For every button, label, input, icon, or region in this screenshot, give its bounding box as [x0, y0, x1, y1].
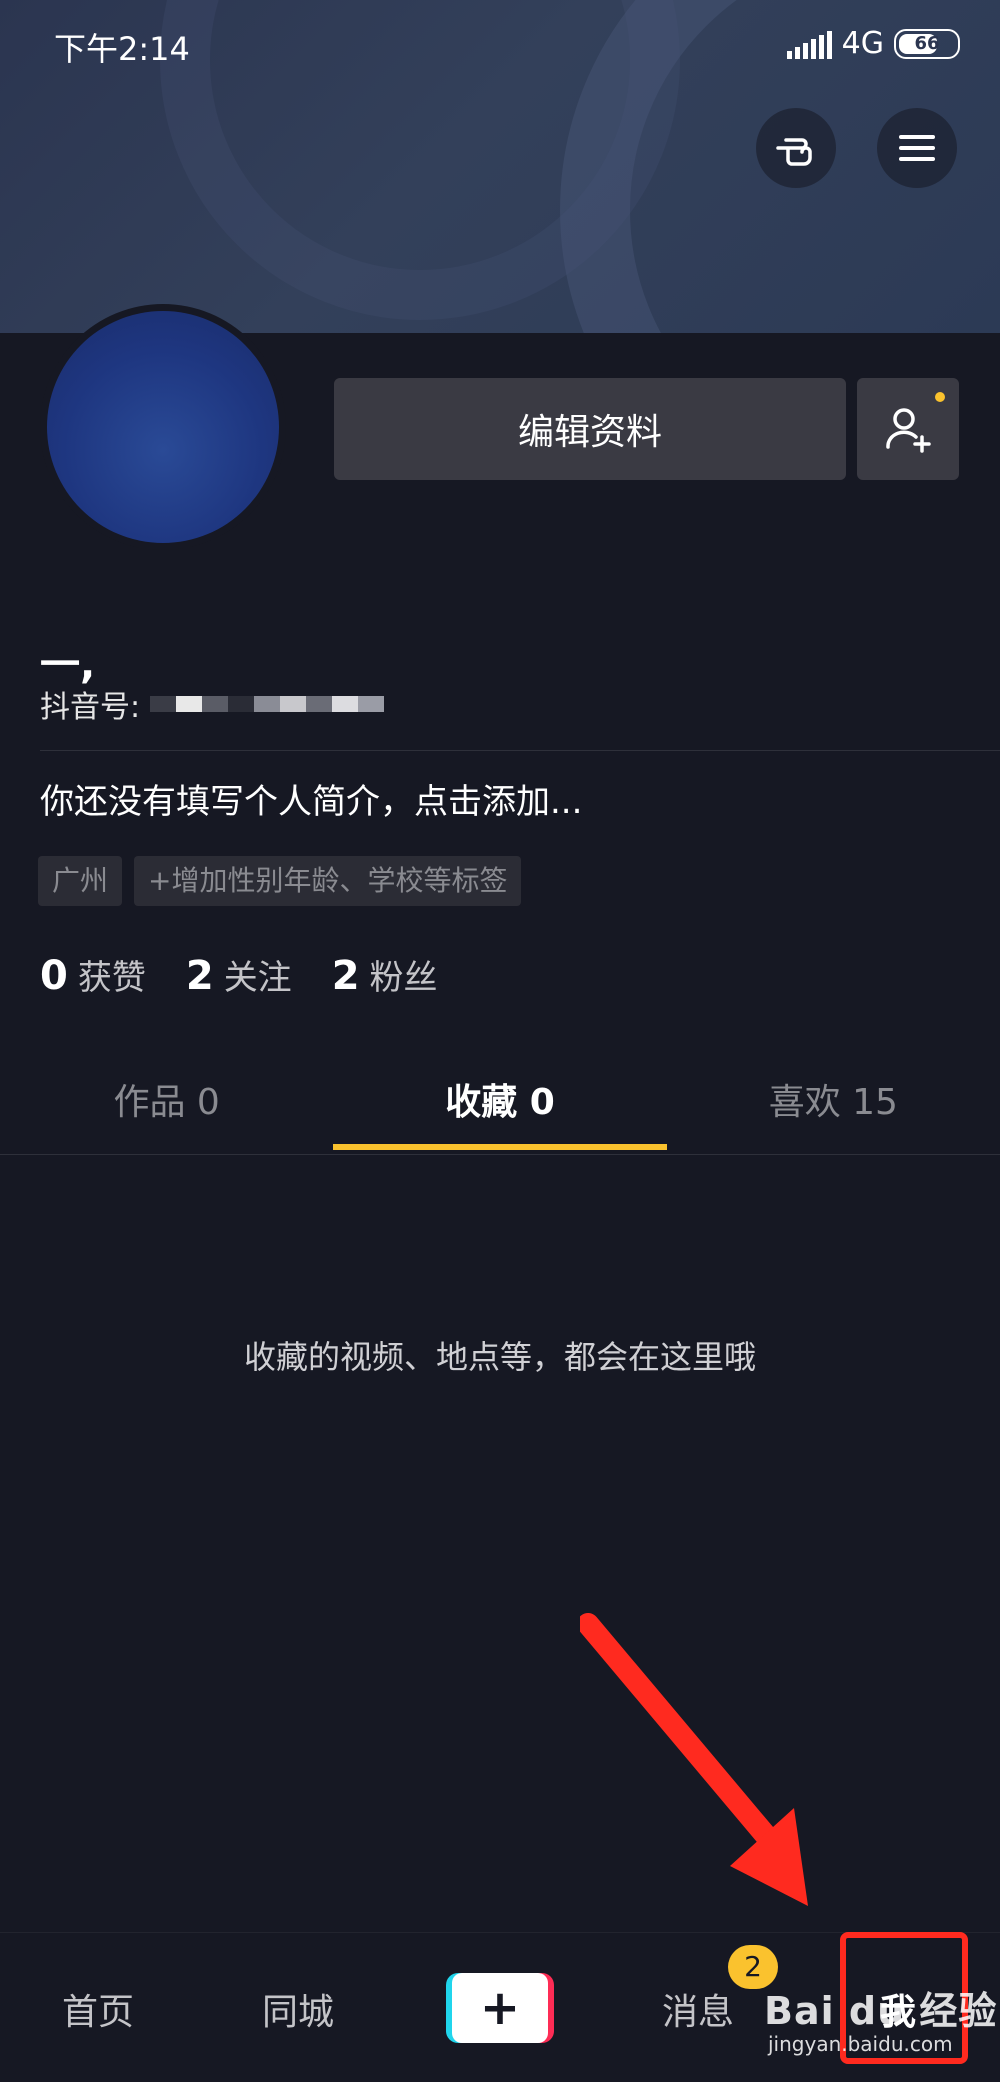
- add-friend-button[interactable]: [857, 378, 959, 480]
- signal-icon: [786, 29, 832, 59]
- tabs-divider: [0, 1154, 1000, 1155]
- profile-tags: 广州 +增加性别年龄、学校等标签: [38, 856, 522, 906]
- following-label: 关注: [223, 958, 292, 998]
- menu-button[interactable]: [877, 108, 957, 188]
- tab-favorites-label: 收藏 0: [445, 1082, 555, 1123]
- bio[interactable]: 你还没有填写个人简介，点击添加...: [40, 774, 582, 823]
- profile-tabs: 作品 0 收藏 0 喜欢 15: [0, 1060, 1000, 1156]
- douyin-id-label: 抖音号:: [40, 690, 141, 725]
- status-indicators: 4G 66: [786, 26, 960, 61]
- add-user-icon: [886, 408, 931, 453]
- following-count: 2: [185, 953, 214, 999]
- gesture-button[interactable]: [756, 108, 836, 188]
- watermark-url: jingyan.baidu.com: [768, 2032, 953, 2056]
- battery-icon: 66: [894, 28, 960, 59]
- profile-stats: 0 获赞 2 关注 2 粉丝: [40, 950, 438, 999]
- watermark-brand: Bai du 经验: [764, 1989, 998, 2033]
- followers-label: 粉丝: [369, 958, 438, 998]
- hand-pointing-icon: [776, 138, 812, 166]
- likes-label: 获赞: [77, 958, 146, 998]
- likes-count: 0: [40, 953, 68, 999]
- baidu-jingyan-watermark: Bai du 经验 jingyan.baidu.com: [764, 1980, 1000, 2060]
- hamburger-menu-icon: [899, 135, 935, 161]
- tab-works-label: 作品 0: [113, 1082, 220, 1123]
- network-type: 4G: [841, 26, 884, 61]
- douyin-id: 抖音号:: [40, 682, 385, 726]
- nav-messages[interactable]: 消息: [662, 1983, 734, 2035]
- create-video-button[interactable]: +: [446, 1973, 554, 2043]
- following-stat[interactable]: 2 关注: [186, 950, 292, 999]
- annotation-arrow-icon: [580, 1613, 808, 1906]
- edit-profile-button[interactable]: 编辑资料: [334, 378, 846, 480]
- active-tab-indicator: [333, 1144, 667, 1150]
- avatar-image: [47, 311, 279, 543]
- likes-stat[interactable]: 0 获赞: [40, 950, 146, 999]
- tab-works[interactable]: 作品 0: [0, 1060, 333, 1156]
- profile-divider: [40, 750, 1000, 751]
- battery-level: 66: [914, 33, 940, 54]
- tab-likes[interactable]: 喜欢 15: [667, 1060, 1000, 1156]
- empty-state-message: 收藏的视频、地点等，都会在这里哦: [243, 1338, 756, 1376]
- tab-favorites[interactable]: 收藏 0: [333, 1060, 667, 1156]
- followers-stat[interactable]: 2 粉丝: [332, 950, 438, 999]
- location-tag[interactable]: 广州: [38, 856, 123, 906]
- avatar[interactable]: [40, 304, 286, 550]
- followers-count: 2: [331, 953, 360, 999]
- status-time: 下午2:14: [54, 30, 190, 68]
- nav-nearby[interactable]: 同城: [262, 1983, 334, 2035]
- nav-home[interactable]: 首页: [62, 1983, 134, 2035]
- add-tags-button[interactable]: +增加性别年龄、学校等标签: [134, 856, 522, 906]
- plus-icon: +: [452, 1973, 548, 2043]
- notification-dot: [935, 392, 945, 402]
- douyin-id-redacted: [150, 696, 385, 712]
- tab-likes-label: 喜欢 15: [768, 1082, 898, 1123]
